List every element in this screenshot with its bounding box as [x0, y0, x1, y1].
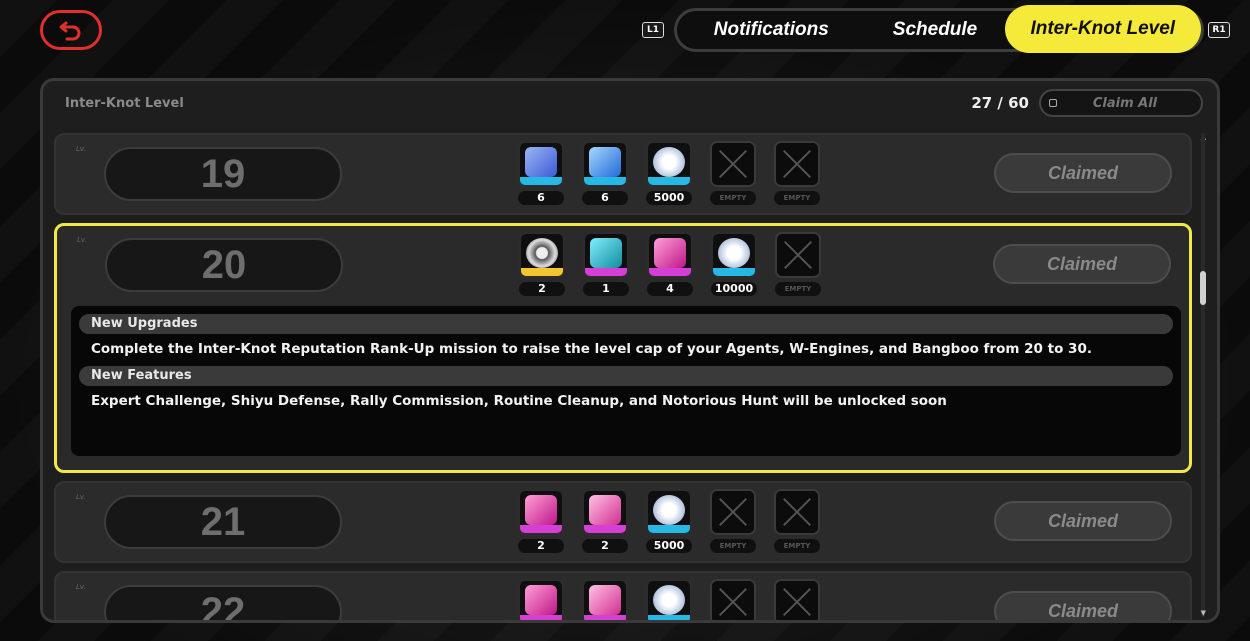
panel-header: Inter-Knot Level 27 / 60 Claim All — [43, 81, 1217, 125]
claim-all-label: Claim All — [1092, 95, 1158, 111]
reward-slot[interactable]: 2 — [519, 232, 565, 296]
reward-slot[interactable]: 10000 — [711, 232, 757, 296]
level-list: Lv. 19 6 6 5000 EMPTY EMPTY Claimed Lv. … — [54, 133, 1192, 620]
reward-slot — [774, 579, 820, 620]
new-upgrades-text: Complete the Inter-Knot Reputation Rank-… — [91, 341, 1092, 357]
reward-slot[interactable]: 2 — [518, 489, 564, 553]
reward-slot[interactable]: 5000 — [646, 141, 692, 205]
claimed-button[interactable]: Claimed — [994, 501, 1172, 541]
reward-quantity: 10000 — [711, 282, 757, 296]
reward-list: 2 1 4 10000 EMPTY — [519, 232, 821, 296]
reward-quantity: 2 — [519, 282, 565, 296]
level-number: 20 — [105, 238, 343, 292]
empty-label: EMPTY — [774, 539, 820, 553]
empty-slot-icon — [710, 141, 756, 187]
empty-label: EMPTY — [775, 282, 821, 296]
reward-slot[interactable]: 4 — [647, 232, 693, 296]
denny-coin-icon — [646, 141, 692, 187]
reward-list — [518, 579, 820, 620]
level-row-21[interactable]: Lv. 21 2 2 5000 EMPTY EMPTY Claimed — [54, 481, 1192, 563]
level-progress: 27 / 60 — [971, 94, 1029, 112]
tab-schedule[interactable]: Schedule — [866, 8, 1005, 52]
film-reel-icon — [519, 232, 565, 278]
reward-slot[interactable]: 6 — [518, 141, 564, 205]
claimed-button[interactable]: Claimed — [994, 591, 1172, 620]
reward-slot: EMPTY — [774, 141, 820, 205]
new-upgrades-heading: New Upgrades — [79, 314, 1173, 334]
inter-knot-level-panel: Inter-Knot Level 27 / 60 Claim All ▲ ▼ L… — [40, 78, 1220, 623]
reward-quantity: 1 — [583, 282, 629, 296]
reward-slot — [710, 579, 756, 620]
level-details: New Upgrades Complete the Inter-Knot Rep… — [71, 306, 1181, 456]
level-tag: Lv. — [76, 493, 86, 501]
level-row-19[interactable]: Lv. 19 6 6 5000 EMPTY EMPTY Claimed — [54, 133, 1192, 215]
claimed-button[interactable]: Claimed — [993, 244, 1171, 284]
l1-key-hint: L1 — [642, 22, 664, 38]
reward-slot[interactable]: 2 — [582, 489, 628, 553]
empty-label: EMPTY — [710, 539, 756, 553]
empty-slot-icon — [775, 232, 821, 278]
reward-quantity: 4 — [647, 282, 693, 296]
new-features-heading: New Features — [79, 366, 1173, 386]
tuning-calibrator-icon — [582, 579, 628, 620]
bangboo-chip-icon — [518, 141, 564, 187]
scroll-down-icon[interactable]: ▼ — [1201, 609, 1206, 617]
w-engine-energy-icon — [583, 232, 629, 278]
reward-slot[interactable]: 5000 — [646, 489, 692, 553]
reward-slot: EMPTY — [710, 489, 756, 553]
back-arrow-icon — [59, 21, 81, 41]
reward-quantity: 2 — [582, 539, 628, 553]
level-row-20[interactable]: Lv. 20 2 1 4 10000 EMPTY Claimed New Upg… — [54, 223, 1192, 473]
new-features-text: Expert Challenge, Shiyu Defense, Rally C… — [91, 393, 947, 409]
tab-bar: Notifications Schedule Inter-Knot Level — [674, 5, 1204, 53]
level-tag: Lv. — [77, 236, 87, 244]
claimed-button[interactable]: Claimed — [994, 153, 1172, 193]
empty-label: EMPTY — [774, 191, 820, 205]
scrollbar[interactable] — [1200, 133, 1206, 617]
reward-slot[interactable]: 6 — [582, 141, 628, 205]
reward-slot[interactable] — [582, 579, 628, 620]
empty-label: EMPTY — [710, 191, 756, 205]
reward-quantity: 5000 — [646, 191, 692, 205]
reward-slot[interactable]: 1 — [583, 232, 629, 296]
empty-slot-icon — [774, 579, 820, 620]
bangboo-chip-icon — [518, 579, 564, 620]
reward-quantity: 2 — [518, 539, 564, 553]
bangboo-chip-icon — [647, 232, 693, 278]
reward-slot[interactable] — [518, 579, 564, 620]
r1-key-hint: R1 — [1208, 22, 1230, 38]
panel-title: Inter-Knot Level — [65, 95, 184, 111]
reward-slot[interactable] — [646, 579, 692, 620]
tuning-calibrator-icon — [582, 141, 628, 187]
scrollbar-thumb[interactable] — [1200, 271, 1206, 305]
level-tag: Lv. — [76, 583, 86, 591]
reward-slot: EMPTY — [774, 489, 820, 553]
level-number: 22 — [104, 585, 342, 620]
tuning-calibrator-icon — [582, 489, 628, 535]
denny-coin-icon — [646, 489, 692, 535]
denny-coin-icon — [711, 232, 757, 278]
reward-list: 2 2 5000 EMPTY EMPTY — [518, 489, 820, 553]
reward-slot: EMPTY — [775, 232, 821, 296]
empty-slot-icon — [710, 579, 756, 620]
reward-slot: EMPTY — [710, 141, 756, 205]
claim-all-button[interactable]: Claim All — [1039, 89, 1203, 117]
tab-notifications[interactable]: Notifications — [677, 8, 866, 52]
level-tag: Lv. — [76, 145, 86, 153]
empty-slot-icon — [710, 489, 756, 535]
empty-slot-icon — [774, 489, 820, 535]
denny-coin-icon — [646, 579, 692, 620]
level-number: 19 — [104, 147, 342, 201]
level-number: 21 — [104, 495, 342, 549]
level-row-22[interactable]: Lv. 22 Claimed — [54, 571, 1192, 620]
back-button[interactable] — [40, 10, 102, 50]
button-prompt-icon — [1049, 99, 1057, 107]
reward-quantity: 5000 — [646, 539, 692, 553]
bangboo-chip-icon — [518, 489, 564, 535]
reward-quantity: 6 — [582, 191, 628, 205]
empty-slot-icon — [774, 141, 820, 187]
reward-list: 6 6 5000 EMPTY EMPTY — [518, 141, 820, 205]
reward-quantity: 6 — [518, 191, 564, 205]
tab-inter-knot-level[interactable]: Inter-Knot Level — [1004, 5, 1201, 53]
